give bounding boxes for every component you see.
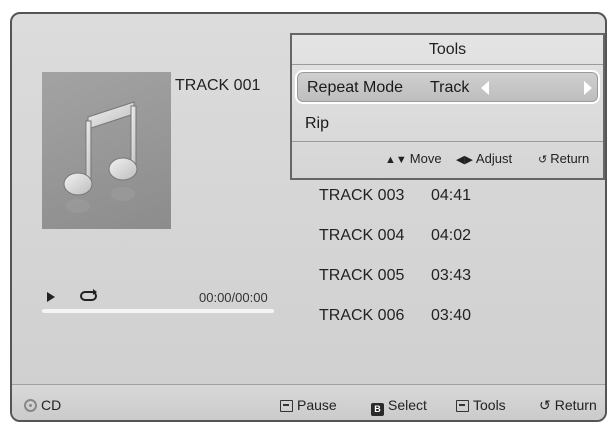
pause-button[interactable]: Pause <box>280 397 337 413</box>
adjust-hint-label: Adjust <box>475 151 513 166</box>
media-player-screen: TRACK 001 00:00/00:00 TRACK 003 04:41 TRA… <box>10 12 607 422</box>
track-duration: 03:43 <box>431 267 472 284</box>
return-icon: ↺ <box>539 397 551 413</box>
track-duration: 04:41 <box>431 187 472 204</box>
pause-label: Pause <box>297 397 337 413</box>
return-hint: ↺ Return <box>538 151 589 166</box>
tools-key-icon <box>456 400 469 412</box>
source-label: CD <box>41 397 62 413</box>
track-list-item[interactable]: TRACK 006 03:40 <box>319 307 471 325</box>
tools-hints: ▲▼ Move ◀▶ Adjust ↺ Return <box>292 147 603 173</box>
tools-label: Tools <box>473 397 506 413</box>
track-duration: 03:40 <box>431 307 472 324</box>
track-list-item[interactable]: TRACK 005 03:43 <box>319 267 471 285</box>
progress-bar[interactable] <box>42 309 274 313</box>
bottom-bar: CD Pause B Select Tools ↺ Return <box>12 384 605 420</box>
select-label: Select <box>388 397 427 413</box>
move-hint: ▲▼ Move <box>385 151 442 166</box>
move-hint-label: Move <box>409 151 442 166</box>
track-name: TRACK 004 <box>319 227 405 244</box>
repeat-icon[interactable] <box>78 289 100 303</box>
return-button[interactable]: ↺ Return <box>539 397 597 414</box>
adjust-icon: ◀▶ <box>456 154 473 166</box>
track-name: TRACK 005 <box>319 267 405 284</box>
move-icon: ▲▼ <box>385 154 407 166</box>
select-key-icon: B <box>371 403 384 416</box>
tools-menu-title: Tools <box>292 35 603 65</box>
track-name: TRACK 003 <box>319 187 405 204</box>
album-art <box>42 72 171 229</box>
tools-button[interactable]: Tools <box>456 397 506 413</box>
track-name: TRACK 006 <box>319 307 405 324</box>
rip-label: Rip <box>305 115 330 132</box>
play-icon[interactable] <box>44 290 58 304</box>
track-list-item[interactable]: TRACK 004 04:02 <box>319 227 471 245</box>
repeat-mode-value: Track <box>430 79 470 96</box>
arrow-left-icon[interactable] <box>481 81 489 95</box>
now-playing-title: TRACK 001 <box>175 77 261 94</box>
time-readout: 00:00/00:00 <box>199 290 268 305</box>
return-label: Return <box>554 397 597 413</box>
music-note-icon <box>63 101 138 213</box>
tools-menu: Tools Repeat Mode Track Rip ▲▼ Move ◀▶ Adj… <box>290 33 605 180</box>
repeat-mode-option[interactable]: Repeat Mode Track <box>295 70 600 104</box>
rip-option[interactable]: Rip <box>292 106 603 142</box>
adjust-hint: ◀▶ Adjust <box>456 151 512 166</box>
repeat-mode-label: Repeat Mode <box>307 79 404 96</box>
disc-icon <box>24 399 37 412</box>
return-icon: ↺ <box>538 154 548 166</box>
return-hint-label: Return <box>550 151 590 166</box>
source-indicator: CD <box>24 397 61 413</box>
track-duration: 04:02 <box>431 227 472 244</box>
arrow-right-icon[interactable] <box>584 81 592 95</box>
pause-key-icon <box>280 400 293 412</box>
select-button[interactable]: B Select <box>371 397 427 416</box>
track-list-item[interactable]: TRACK 003 04:41 <box>319 187 471 205</box>
